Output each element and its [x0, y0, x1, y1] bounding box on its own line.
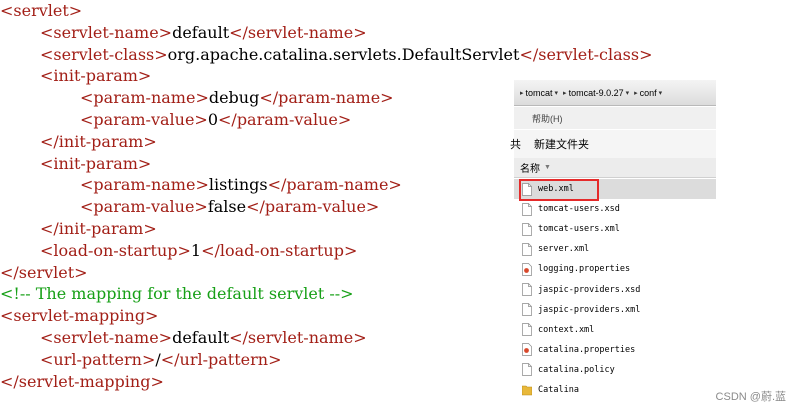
breadcrumb-item[interactable]: ▸ conf ▾ — [634, 88, 662, 98]
watermark: CSDN @蔚.蓝 — [715, 391, 786, 403]
breadcrumb-item[interactable]: ▸ tomcat ▾ — [520, 88, 558, 98]
properties-file-icon — [522, 343, 538, 357]
new-folder-button[interactable]: 新建文件夹 — [534, 136, 589, 152]
file-name: tomcat-users.xml — [538, 224, 620, 235]
xml-tag: <init-param> — [40, 153, 152, 173]
file-name: jaspic-providers.xml — [538, 304, 641, 315]
menu-help[interactable]: 帮助(H) — [532, 112, 563, 125]
toolbar-cut-label: 共 — [510, 139, 521, 151]
file-name: tomcat-users.xsd — [538, 204, 620, 215]
column-header-name[interactable]: 名称 ▼ — [514, 158, 716, 178]
xml-text: default — [172, 22, 230, 42]
xml-tag: </init-param> — [40, 131, 157, 151]
xml-tag: </servlet-class> — [519, 44, 653, 64]
xml-text: false — [207, 197, 247, 217]
xml-text: 0 — [207, 109, 219, 129]
document-icon — [522, 283, 538, 296]
document-icon — [522, 222, 538, 236]
code-line: <servlet> — [0, 0, 652, 22]
chevron-down-icon[interactable]: ▾ — [555, 89, 559, 97]
document-icon — [522, 202, 538, 216]
chevron-right-icon: ▸ — [634, 89, 638, 97]
file-explorer-panel: ▸ tomcat ▾ ▸ tomcat-9.0.27 ▾ ▸ conf ▾ 帮助(H) 共 新建… — [510, 80, 716, 412]
file-name: logging.properties — [538, 264, 631, 275]
chevron-right-icon: ▸ — [520, 89, 524, 97]
toolbar: 共 新建文件夹 — [510, 130, 716, 158]
xml-tag: </load-on-startup> — [201, 240, 358, 260]
xml-tag: </servlet-name> — [229, 327, 367, 347]
xml-tag: <param-name> — [80, 88, 209, 108]
file-item[interactable]: logging.properties — [514, 259, 716, 279]
file-name: catalina.properties — [538, 344, 636, 355]
chevron-down-icon[interactable]: ▾ — [659, 89, 663, 97]
xml-tag: <param-value> — [80, 109, 208, 129]
file-item[interactable]: Catalina — [514, 380, 716, 400]
xml-tag: </param-name> — [267, 175, 402, 195]
document-icon — [522, 363, 538, 377]
xml-text: default — [172, 327, 230, 347]
xml-tag: <load-on-startup> — [40, 240, 191, 260]
file-item[interactable]: jaspic-providers.xml — [514, 300, 716, 320]
file-item[interactable]: context.xml — [514, 320, 716, 340]
breadcrumb-item[interactable]: ▸ tomcat-9.0.27 ▾ — [563, 88, 629, 98]
code-line: <servlet-class>org.apache.catalina.servl… — [0, 44, 652, 66]
xml-text: listings — [208, 175, 268, 195]
xml-tag: <servlet-name> — [40, 327, 173, 347]
breadcrumb-label: conf — [639, 87, 657, 98]
xml-text: 1 — [190, 240, 202, 260]
address-bar[interactable]: ▸ tomcat ▾ ▸ tomcat-9.0.27 ▾ ▸ conf ▾ — [514, 80, 716, 106]
document-icon — [522, 303, 538, 316]
folder-icon — [522, 383, 538, 396]
xml-tag: <url-pattern> — [40, 349, 156, 369]
xml-tag: </servlet> — [0, 262, 88, 282]
xml-tag: </servlet-name> — [229, 22, 367, 42]
xml-tag: <servlet-class> — [40, 44, 168, 64]
file-name: web.xml — [538, 184, 574, 195]
file-name: catalina.policy — [538, 364, 615, 375]
xml-tag: </servlet-mapping> — [0, 371, 164, 391]
file-list: web.xml tomcat-users.xsd tomcat-users.xml s… — [514, 179, 716, 400]
file-item[interactable]: catalina.policy — [514, 360, 716, 380]
xml-tag: </param-value> — [246, 197, 380, 217]
xml-tag: </param-name> — [259, 88, 394, 108]
file-item[interactable]: server.xml — [514, 239, 716, 259]
xml-tag: <servlet> — [0, 1, 83, 20]
code-line: <servlet-name>default</servlet-name> — [0, 22, 652, 44]
chevron-right-icon: ▸ — [563, 89, 567, 97]
menu-bar: 帮助(H) — [514, 107, 716, 129]
chevron-down-icon[interactable]: ▾ — [626, 89, 630, 97]
breadcrumb-label: tomcat-9.0.27 — [568, 87, 624, 98]
xml-tag: <init-param> — [40, 66, 152, 86]
xml-tag: <servlet-mapping> — [0, 306, 159, 326]
file-name: context.xml — [538, 324, 595, 335]
xml-tag: <servlet-name> — [40, 22, 173, 42]
file-item-selected[interactable]: web.xml — [514, 179, 716, 201]
xml-tag: <param-name> — [80, 175, 209, 195]
file-name: Catalina — [538, 384, 579, 395]
xml-tag: <param-value> — [80, 197, 208, 217]
xml-tag: </url-pattern> — [160, 349, 282, 369]
file-item[interactable]: jaspic-providers.xsd — [514, 279, 716, 299]
xml-tag: </init-param> — [40, 218, 157, 238]
breadcrumb-label: tomcat — [525, 87, 553, 98]
xml-tag: </param-value> — [218, 109, 352, 129]
sort-chevron-icon: ▼ — [544, 164, 551, 171]
file-name: jaspic-providers.xsd — [538, 284, 641, 295]
xml-text: debug — [208, 88, 260, 108]
properties-file-icon — [522, 263, 538, 276]
document-icon — [522, 242, 538, 256]
xml-text: org.apache.catalina.servlets.DefaultServ… — [167, 44, 520, 64]
file-name: server.xml — [538, 244, 590, 255]
file-item[interactable]: tomcat-users.xml — [514, 219, 716, 239]
file-item[interactable]: catalina.properties — [514, 340, 716, 360]
document-icon — [522, 323, 538, 337]
file-item[interactable]: tomcat-users.xsd — [514, 199, 716, 219]
xml-comment: <!-- The mapping for the default servlet… — [0, 284, 354, 304]
column-name-label: 名称 — [520, 164, 540, 175]
